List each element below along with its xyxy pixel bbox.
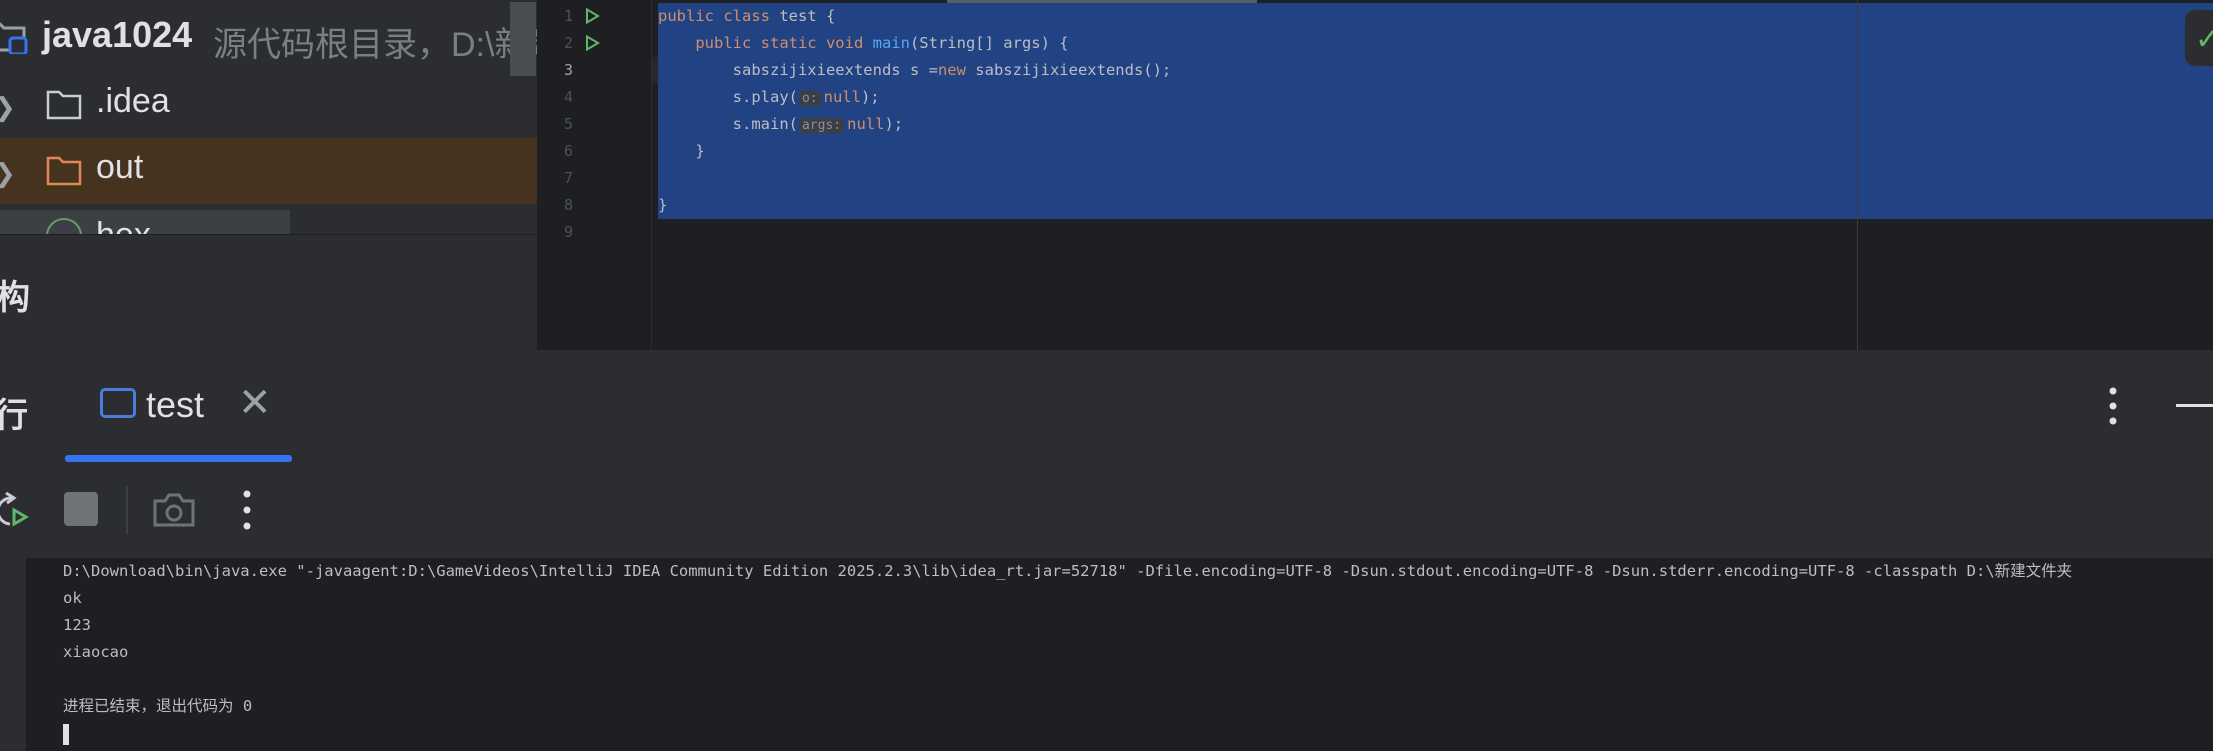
panel-divider	[0, 234, 537, 235]
console-output[interactable]: D:\Download\bin\java.exe "-javaagent:D:\…	[0, 558, 2213, 751]
code-token-function: main	[872, 34, 910, 52]
run-tab-test[interactable]: test ✕	[64, 350, 294, 462]
code-token: );	[860, 88, 880, 106]
code-line-3[interactable]: sabszijixieextends s =new sabszijixieext…	[658, 57, 1172, 84]
run-gutter-icon[interactable]	[584, 8, 600, 24]
code-token-keyword: public class	[658, 7, 780, 25]
structure-panel-title: 构	[0, 279, 30, 317]
code-line-8[interactable]: }	[658, 192, 667, 219]
line-number: 1	[563, 7, 573, 25]
console-line: 进程已结束，退出代码为 0	[63, 697, 253, 715]
code-line-6[interactable]: }	[658, 138, 704, 165]
code-token: sabszijixieextends();	[965, 61, 1172, 79]
folder-icon	[46, 90, 82, 120]
code-token-keyword: public static void	[695, 34, 873, 52]
right-margin-guide	[1857, 0, 1858, 350]
tree-item-label: .idea	[96, 82, 170, 120]
project-panel: java1024 源代码根目录，D:\新建 ❯ .idea ❯ out hex …	[0, 0, 537, 350]
inspection-status-widget[interactable]: ✓	[2185, 10, 2213, 66]
stop-icon[interactable]	[64, 492, 98, 526]
line-number: 8	[563, 196, 573, 214]
tree-item-out[interactable]: ❯ out	[0, 138, 537, 204]
code-token-keyword: new	[937, 61, 966, 79]
console-line: ok	[63, 589, 82, 607]
project-path-hint: 源代码根目录，D:\新建	[213, 26, 537, 64]
code-line-5[interactable]: s.main(args: null);	[658, 111, 903, 138]
tree-item-hex[interactable]: hex	[0, 210, 290, 234]
code-token: sabszijixieextends s =	[658, 61, 938, 79]
code-token: s.main(	[658, 115, 798, 133]
line-number: 3	[563, 61, 573, 79]
run-toolbar	[0, 462, 2213, 559]
chevron-right-icon[interactable]: ❯	[0, 92, 16, 123]
excluded-folder-icon	[46, 156, 82, 186]
line-number: 9	[563, 223, 573, 241]
console-gutter	[0, 558, 26, 751]
line-number: 2	[563, 34, 573, 52]
toolbar-separator	[126, 486, 128, 534]
line-number: 6	[563, 142, 573, 160]
checkmark-icon: ✓	[2195, 23, 2213, 56]
tree-item-label: hex	[96, 216, 151, 234]
code-editor[interactable]: 1 2 3 4 5 6 7 8 9 public class test { pu…	[537, 0, 2213, 350]
code-token-keyword: null	[823, 88, 861, 106]
more-options-icon[interactable]	[2108, 386, 2118, 426]
code-token: );	[884, 115, 904, 133]
code-line-1[interactable]: public class test {	[658, 3, 835, 30]
code-line-2[interactable]: public static void main(String[] args) {	[658, 30, 1069, 57]
line-number: 4	[563, 88, 573, 106]
line-number: 5	[563, 115, 573, 133]
active-tab-indicator	[65, 455, 292, 462]
more-options-icon[interactable]	[242, 488, 252, 532]
editor-gutter[interactable]: 1 2 3 4 5 6 7 8 9	[537, 0, 652, 350]
run-tabs-bar: 行 test ✕	[0, 350, 2213, 463]
console-line: D:\Download\bin\java.exe "-javaagent:D:\…	[63, 562, 2073, 580]
code-line-4[interactable]: s.play(o: null);	[658, 84, 880, 111]
code-token: s.play(	[658, 88, 798, 106]
console-line: 123	[63, 616, 91, 634]
run-gutter-icon[interactable]	[584, 35, 600, 51]
run-tab-label: test	[146, 384, 205, 425]
parameter-hint: o:	[798, 91, 821, 106]
code-token: test {	[779, 7, 836, 25]
close-icon[interactable]: ✕	[238, 380, 272, 426]
line-number: 7	[563, 169, 573, 187]
tree-item-label: out	[96, 148, 144, 186]
chevron-right-icon[interactable]: ❯	[0, 158, 16, 189]
rerun-icon[interactable]	[0, 490, 30, 530]
camera-icon[interactable]	[152, 490, 196, 530]
module-folder-icon	[0, 22, 28, 54]
interface-icon	[46, 218, 82, 234]
code-token-keyword: null	[847, 115, 885, 133]
project-root-row[interactable]: java1024 源代码根目录，D:\新建	[0, 0, 537, 78]
run-window-title: 行	[0, 397, 28, 435]
tree-item-idea[interactable]: ❯ .idea	[0, 72, 537, 138]
console-line: xiaocao	[63, 643, 129, 661]
minimize-icon[interactable]	[2176, 404, 2213, 407]
console-icon	[100, 388, 136, 418]
parameter-hint: args:	[798, 118, 845, 133]
run-tool-window: 行 test ✕ D:\Download\bin\java.exe "-java…	[0, 350, 2213, 751]
console-caret	[63, 724, 69, 745]
code-token: (String[] args) {	[909, 34, 1069, 52]
project-scrollbar[interactable]	[510, 2, 536, 76]
project-name: java1024	[42, 14, 193, 55]
